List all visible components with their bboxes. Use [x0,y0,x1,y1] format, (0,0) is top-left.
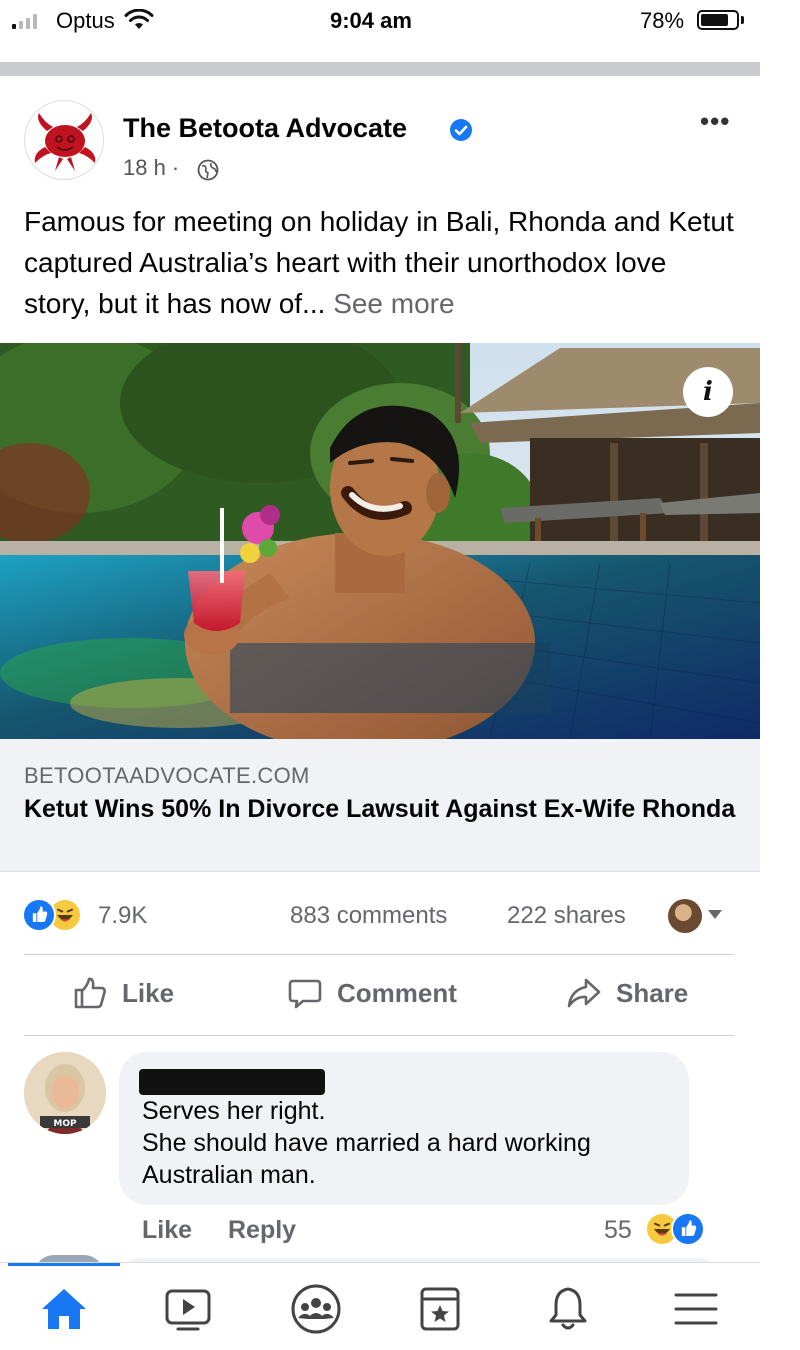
battery-nub [741,16,744,24]
verified-badge-icon [450,119,472,141]
post-timestamp[interactable]: 18 h · [123,155,179,181]
comments-count[interactable]: 883 comments [290,902,447,930]
clock: 9:04 am [330,8,412,33]
pages-icon [420,1287,460,1331]
divider [24,1035,734,1036]
carrier-name: Optus [56,8,115,33]
post-text: Famous for meeting on holiday in Bali, R… [24,201,740,324]
comment-reaction-count[interactable]: 55 [604,1216,632,1245]
battery-icon [697,10,739,30]
more-options-icon[interactable]: ••• [700,106,730,137]
avatar-badge: MOP [53,1119,77,1129]
post-photo[interactable] [0,343,760,739]
shares-count[interactable]: 222 shares [507,902,626,930]
like-button[interactable]: Like [72,975,174,1011]
comment-label: Comment [337,977,457,1008]
bell-icon [549,1287,587,1330]
nav-notifications[interactable] [538,1279,598,1339]
nav-pages[interactable] [410,1279,470,1339]
share-arrow-icon [567,978,601,1008]
nav-groups[interactable] [286,1279,346,1339]
link-domain: BETOOTAADVOCATE.COM [24,763,310,788]
nav-home[interactable] [34,1279,94,1339]
share-label: Share [616,977,689,1008]
home-icon [42,1289,86,1329]
commenter-photo: MOP [24,1052,106,1134]
share-button[interactable]: Share [566,975,688,1011]
reaction-count[interactable]: 7.9K [98,902,147,930]
comment-button[interactable]: Comment [287,975,457,1011]
facebook-feed-screen: Optus 9:04 am 78% The Betoota Advocate 1… [0,0,760,1350]
comment-bubble-icon [288,979,322,1009]
public-globe-icon [197,159,219,181]
battery-percent: 78% [640,8,685,33]
see-more-link[interactable]: See more [333,288,454,319]
wifi-icon [124,9,154,29]
status-bar: Optus 9:04 am 78% [0,0,760,44]
comment-line: Serves her right. [142,1097,326,1125]
like-reaction-icon [671,1212,705,1246]
comment-reply-button[interactable]: Reply [228,1216,296,1245]
chevron-down-icon[interactable] [708,910,722,919]
redacted-author-name [139,1069,325,1095]
page-avatar[interactable] [24,100,104,180]
comment-line: Australian man. [142,1161,316,1189]
active-tab-indicator [8,1263,120,1266]
comment-reaction-icons[interactable] [645,1212,705,1246]
share-as-avatar[interactable] [668,899,702,933]
thumbs-up-icon [74,977,106,1009]
link-preview[interactable]: BETOOTAADVOCATE.COM Ketut Wins 50% In Di… [0,739,760,872]
hamburger-menu-icon [674,1293,718,1325]
info-icon[interactable]: i [683,367,733,417]
betoota-logo-icon [34,113,96,171]
groups-icon [291,1284,341,1334]
comment-text: Serves her right. She should have marrie… [142,1095,682,1191]
watch-icon [165,1289,211,1331]
nav-watch[interactable] [158,1279,218,1339]
link-title: Ketut Wins 50% In Divorce Lawsuit Agains… [24,795,736,823]
page-name[interactable]: The Betoota Advocate [123,113,407,144]
like-label: Like [122,977,175,1008]
like-reaction-icon [22,898,56,932]
commenter-avatar[interactable]: MOP [24,1052,106,1134]
comment-line: She should have married a hard working [142,1129,591,1157]
nav-menu[interactable] [666,1279,726,1339]
comment-like-button[interactable]: Like [142,1216,192,1245]
divider [24,954,734,955]
reaction-icons[interactable] [22,898,82,932]
feed-divider [0,62,760,76]
signal-strength-icon [12,13,37,29]
bottom-navigation [0,1262,760,1350]
